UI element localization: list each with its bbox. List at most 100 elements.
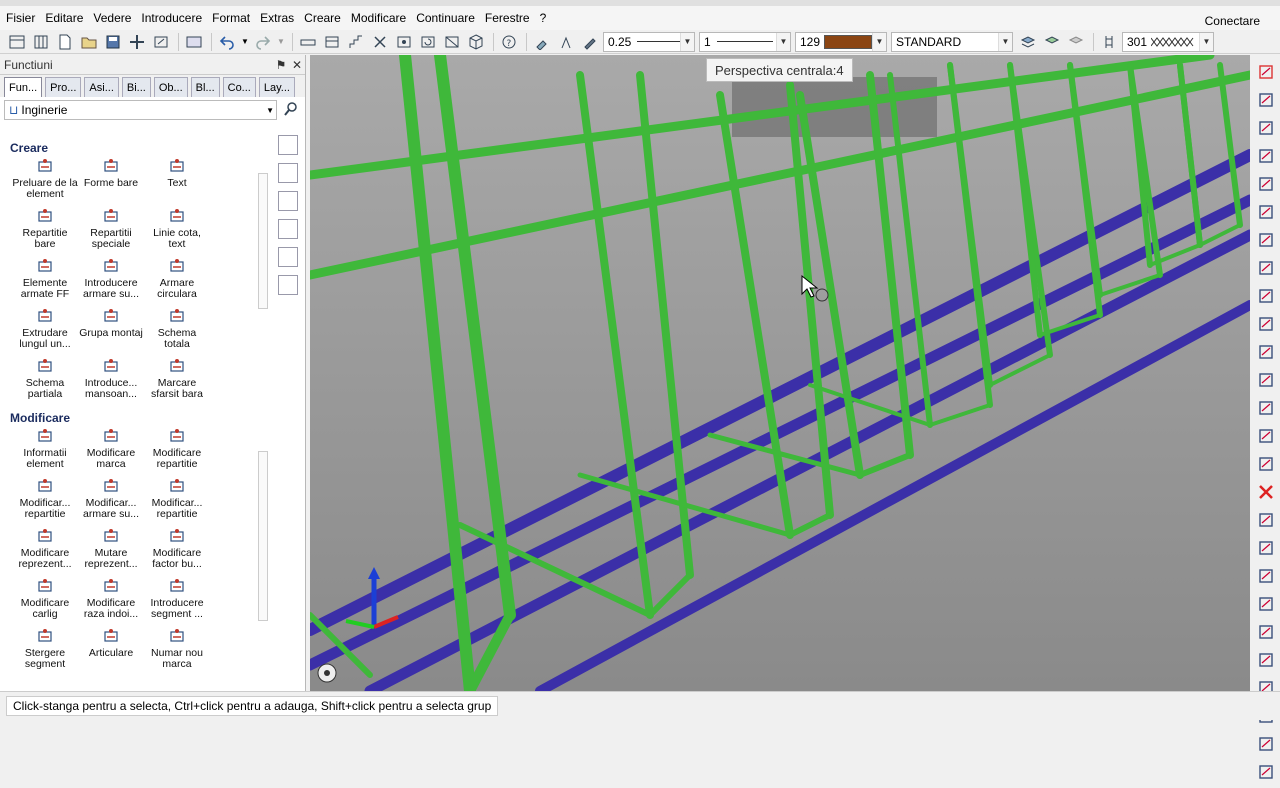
- stretch-icon[interactable]: [1257, 203, 1275, 221]
- close-icon[interactable]: ✕: [289, 58, 305, 72]
- layer-select[interactable]: STANDARD ▼: [891, 31, 1013, 52]
- function-extrude[interactable]: Extrudare lungul un...: [12, 305, 78, 355]
- sign-in-link[interactable]: Conectare: [1205, 14, 1260, 28]
- function-insert-segment[interactable]: Introducere segment ...: [144, 575, 210, 625]
- menu-creare[interactable]: Creare: [304, 11, 341, 25]
- new-file-icon[interactable]: [54, 32, 76, 52]
- filter-icon[interactable]: [1257, 539, 1275, 557]
- menu-vedere[interactable]: Vedere: [93, 11, 131, 25]
- undo-icon[interactable]: [216, 32, 238, 52]
- export-icon[interactable]: [150, 32, 172, 52]
- plan-icon[interactable]: [278, 191, 298, 211]
- line-type-select[interactable]: 1 ▼: [699, 31, 791, 52]
- wireframe-icon[interactable]: [441, 32, 463, 52]
- function-reinforced-elements[interactable]: Elemente armate FF: [12, 255, 78, 305]
- function-text[interactable]: Text: [144, 155, 210, 205]
- menu-continuare[interactable]: Continuare: [416, 11, 475, 25]
- pattern-select[interactable]: 301 ▼: [1122, 31, 1214, 52]
- page-icon[interactable]: [278, 163, 298, 183]
- function-assembly-group[interactable]: Grupa montaj: [78, 305, 144, 355]
- tab-connect[interactable]: Co...: [222, 77, 256, 97]
- function-surface-reinforcement[interactable]: Introducere armare su...: [78, 255, 144, 305]
- menu-help[interactable]: ?: [540, 11, 547, 25]
- function-modify-surface[interactable]: Modificar... armare su...: [78, 475, 144, 525]
- cut-plane-icon[interactable]: [126, 32, 148, 52]
- join-icon[interactable]: [1257, 315, 1275, 333]
- save-icon[interactable]: [102, 32, 124, 52]
- redo-dropdown-icon[interactable]: ▼: [276, 32, 286, 52]
- function-coupler[interactable]: Introduce... mansoan...: [78, 355, 144, 405]
- view-settings-icon[interactable]: [317, 663, 337, 683]
- mirror-icon[interactable]: [1257, 147, 1275, 165]
- funnel-plus-icon[interactable]: [1257, 763, 1275, 781]
- menu-introducere[interactable]: Introducere: [141, 11, 202, 25]
- extend-icon[interactable]: [1257, 371, 1275, 389]
- tab-functions[interactable]: Fun...: [4, 77, 43, 97]
- rotate-view-icon[interactable]: [417, 32, 439, 52]
- layer-switch-icon[interactable]: [1017, 32, 1039, 52]
- format-painter-icon[interactable]: [531, 32, 553, 52]
- stairs-icon[interactable]: [345, 32, 367, 52]
- measure-icon[interactable]: [297, 32, 319, 52]
- move-icon[interactable]: [1257, 259, 1275, 277]
- scissors-icon[interactable]: [369, 32, 391, 52]
- tab-objects[interactable]: Ob...: [153, 77, 188, 97]
- function-special-placement[interactable]: Repartitii speciale: [78, 205, 144, 255]
- keyboard-icon[interactable]: [278, 275, 298, 295]
- pipette-icon[interactable]: [579, 32, 601, 52]
- pin-icon[interactable]: ⚑: [273, 58, 289, 72]
- menu-ferestre[interactable]: Ferestre: [485, 11, 530, 25]
- 3d-viewport[interactable]: Perspectiva centrala:4: [310, 55, 1250, 691]
- menu-modificare[interactable]: Modificare: [351, 11, 406, 25]
- pattern-icon[interactable]: [1098, 32, 1120, 52]
- sort-icon[interactable]: [1257, 651, 1275, 669]
- group-icon[interactable]: [1257, 427, 1275, 445]
- function-total-schedule[interactable]: Schema totala: [144, 305, 210, 355]
- menu-editare[interactable]: Editare: [45, 11, 83, 25]
- function-partial-schedule[interactable]: Schema partiala: [12, 355, 78, 405]
- function-modify-mark[interactable]: Modificare marca: [78, 425, 144, 475]
- select-icon[interactable]: [1257, 567, 1275, 585]
- function-dimension-line[interactable]: Linie cota, text: [144, 205, 210, 255]
- undo-dropdown-icon[interactable]: ▼: [240, 32, 250, 52]
- function-bar-end-mark[interactable]: Marcare sfarsit bara: [144, 355, 210, 405]
- view-icon[interactable]: [393, 32, 415, 52]
- function-modify-bend-radius[interactable]: Modificare raza indoi...: [78, 575, 144, 625]
- function-bar-shapes[interactable]: Forme bare: [78, 155, 144, 205]
- cube-icon[interactable]: [465, 32, 487, 52]
- function-new-mark-number[interactable]: Numar nou marca: [144, 625, 210, 675]
- funnel-add-icon[interactable]: [1257, 623, 1275, 641]
- redo-icon[interactable]: [252, 32, 274, 52]
- function-modify-placement[interactable]: Modificare repartitie: [144, 425, 210, 475]
- function-move-representation[interactable]: Mutare reprezent...: [78, 525, 144, 575]
- tab-library[interactable]: Bi...: [121, 77, 151, 97]
- delete-icon[interactable]: [1257, 483, 1275, 501]
- pen-thickness-select[interactable]: 0.25 ▼: [603, 31, 695, 52]
- menu-format[interactable]: Format: [212, 11, 250, 25]
- function-bar-placement[interactable]: Repartitie bare: [12, 205, 78, 255]
- layer-visibility-icon[interactable]: [1041, 32, 1063, 52]
- color-select[interactable]: 129 ▼: [795, 31, 887, 52]
- tab-blocks[interactable]: Bl...: [190, 77, 220, 97]
- copy-icon[interactable]: [1257, 231, 1275, 249]
- function-modify-hook[interactable]: Modificare carlig: [12, 575, 78, 625]
- layers-icon[interactable]: [278, 247, 298, 267]
- format-select-icon[interactable]: [555, 32, 577, 52]
- open-icon[interactable]: [78, 32, 100, 52]
- function-modify-factor[interactable]: Modificare factor bu...: [144, 525, 210, 575]
- modify-icon[interactable]: [1257, 119, 1275, 137]
- module-select[interactable]: ⊔ Inginerie ▼: [4, 100, 277, 120]
- grid-icon[interactable]: [30, 32, 52, 52]
- image-icon[interactable]: [183, 32, 205, 52]
- modificare-scrollbar[interactable]: [258, 451, 268, 621]
- menu-extras[interactable]: Extras: [260, 11, 294, 25]
- function-modify-placement2[interactable]: Modificar... repartitie: [12, 475, 78, 525]
- table-icon[interactable]: [321, 32, 343, 52]
- layer-lock-icon[interactable]: [1065, 32, 1087, 52]
- dimension-icon[interactable]: [1257, 91, 1275, 109]
- menu-fisier[interactable]: Fisier: [6, 11, 35, 25]
- info-icon[interactable]: [278, 219, 298, 239]
- offset-icon[interactable]: [1257, 287, 1275, 305]
- tab-layers[interactable]: Lay...: [258, 77, 295, 97]
- function-element-info[interactable]: Informatii element: [12, 425, 78, 475]
